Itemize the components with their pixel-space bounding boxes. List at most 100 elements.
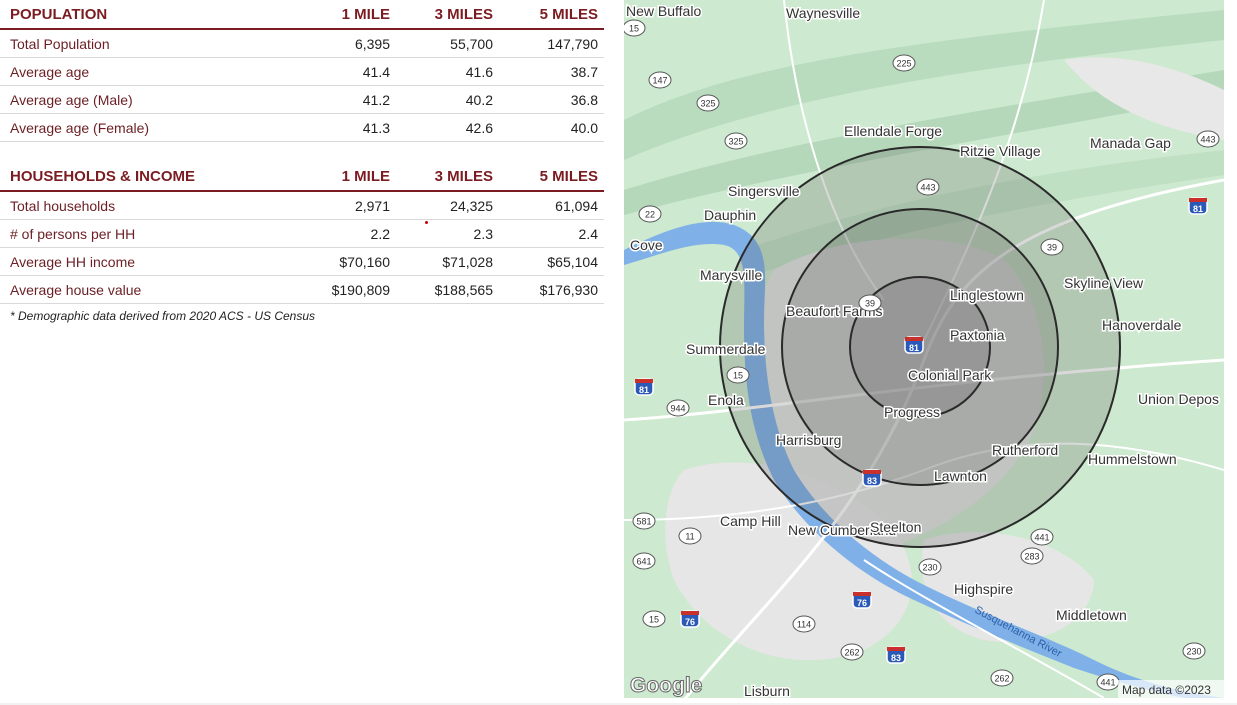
table-row: Average age (Male) 41.2 40.2 36.8 (0, 85, 604, 114)
state-route-shield-icon: 641 (632, 552, 656, 570)
state-route-shield-icon: 230 (918, 558, 942, 576)
svg-text:230: 230 (1186, 647, 1201, 657)
place-label: Manada Gap (1090, 135, 1171, 151)
svg-text:39: 39 (865, 299, 875, 309)
place-label: Ellendale Forge (844, 123, 942, 139)
place-label: Lisburn (744, 683, 790, 698)
state-route-shield-icon: 262 (840, 643, 864, 661)
column-1-mile: 1 MILE (294, 162, 396, 192)
state-route-shield-icon: 39 (1040, 238, 1064, 256)
table-row: Average age 41.4 41.6 38.7 (0, 57, 604, 86)
place-label: Waynesville (786, 5, 860, 21)
svg-text:581: 581 (636, 517, 651, 527)
svg-text:325: 325 (728, 137, 743, 147)
svg-text:83: 83 (867, 476, 877, 486)
cell-5-miles: 38.7 (499, 57, 604, 86)
state-route-shield-icon: 441 (1030, 528, 1054, 546)
state-route-shield-icon: 147 (648, 71, 672, 89)
interstate-shield-icon: 76 (852, 591, 872, 609)
cell-3-miles: 40.2 (396, 85, 499, 114)
place-label: Union Depos (1138, 391, 1219, 407)
population-table: POPULATION 1 MILE 3 MILES 5 MILES Total … (0, 0, 604, 142)
place-label: Harrisburg (776, 432, 841, 448)
svg-text:147: 147 (652, 76, 667, 86)
interstate-shield-icon: 83 (862, 469, 882, 487)
place-label: Hanoverdale (1102, 317, 1182, 333)
cell-3-miles: 55,700 (396, 29, 499, 58)
state-route-shield-icon: 39 (858, 294, 882, 312)
state-route-shield-icon: 441 (1096, 673, 1120, 691)
svg-text:262: 262 (994, 674, 1009, 684)
state-route-shield-icon: 443 (1196, 130, 1220, 148)
svg-text:114: 114 (797, 620, 811, 630)
svg-text:15: 15 (733, 371, 743, 381)
state-route-shield-icon: 225 (892, 54, 916, 72)
place-label: Dauphin (704, 207, 756, 223)
cell-3-miles: $188,565 (396, 275, 499, 304)
svg-text:76: 76 (685, 617, 695, 627)
svg-text:441: 441 (1100, 678, 1115, 688)
svg-text:225: 225 (896, 59, 911, 69)
row-label: # of persons per HH (0, 219, 294, 248)
red-dot-marker (425, 221, 428, 224)
row-label: Total households (0, 191, 294, 220)
cell-3-miles: $71,028 (396, 247, 499, 276)
table-row: Total households 2,971 24,325 61,094 (0, 191, 604, 220)
state-route-shield-icon: 15 (726, 366, 750, 384)
place-label: Skyline View (1064, 275, 1144, 291)
state-route-shield-icon: 443 (916, 178, 940, 196)
cell-3-miles: 2.3 (396, 219, 499, 248)
row-label: Average age (Female) (0, 113, 294, 142)
place-label: Highspire (954, 581, 1013, 597)
households-header-row: HOUSEHOLDS & INCOME 1 MILE 3 MILES 5 MIL… (0, 162, 604, 192)
svg-text:283: 283 (1024, 552, 1039, 562)
row-label: Average age (Male) (0, 85, 294, 114)
state-route-shield-icon: 230 (1182, 642, 1206, 660)
svg-text:39: 39 (1047, 243, 1057, 253)
cell-5-miles: $65,104 (499, 247, 604, 276)
cell-1-mile: 41.2 (294, 85, 396, 114)
place-label: Summerdale (686, 341, 766, 357)
interstate-shield-icon: 76 (680, 610, 700, 628)
svg-text:81: 81 (909, 343, 919, 353)
interstate-shield-icon: 81 (634, 378, 654, 396)
svg-text:325: 325 (700, 99, 715, 109)
population-title: POPULATION (0, 0, 294, 30)
state-route-shield-icon: 944 (666, 399, 690, 417)
place-label: Singersville (728, 183, 800, 199)
population-header-row: POPULATION 1 MILE 3 MILES 5 MILES (0, 0, 604, 30)
table-row: Average age (Female) 41.3 42.6 40.0 (0, 113, 604, 142)
svg-text:81: 81 (1193, 204, 1203, 214)
map-attribution: Map data ©2023 (1122, 683, 1211, 697)
state-route-shield-icon: 262 (990, 669, 1014, 687)
place-label: Cove (630, 237, 663, 253)
row-label: Total Population (0, 29, 294, 58)
svg-text:641: 641 (636, 557, 651, 567)
radius-map[interactable]: New Buffalo Waynesville Ellendale Forge Rit… (624, 0, 1224, 698)
place-label: Rutherford (992, 442, 1058, 458)
google-logo: Google (630, 674, 702, 697)
demographics-panel: POPULATION 1 MILE 3 MILES 5 MILES Total … (0, 0, 604, 323)
svg-text:83: 83 (891, 653, 901, 663)
cell-1-mile: 6,395 (294, 29, 396, 58)
place-label: Colonial Park (908, 367, 992, 383)
cell-3-miles: 41.6 (396, 57, 499, 86)
state-route-shield-icon: 283 (1020, 547, 1044, 565)
svg-text:443: 443 (1200, 135, 1215, 145)
state-route-shield-icon: 325 (696, 94, 720, 112)
state-route-shield-icon: 22 (638, 205, 662, 223)
place-label: Marysville (700, 267, 762, 283)
census-footnote: * Demographic data derived from 2020 ACS… (10, 309, 316, 323)
interstate-shield-icon: 83 (886, 646, 906, 664)
svg-text:76: 76 (857, 598, 867, 608)
state-route-shield-icon: 11 (678, 527, 702, 545)
place-label: Linglestown (950, 287, 1024, 303)
column-5-miles: 5 MILES (499, 0, 604, 30)
cell-1-mile: 2,971 (294, 191, 396, 220)
column-1-mile: 1 MILE (294, 0, 396, 30)
cell-5-miles: 61,094 (499, 191, 604, 220)
households-title: HOUSEHOLDS & INCOME (0, 162, 294, 192)
state-route-shield-icon: 15 (642, 610, 666, 628)
cell-5-miles: 36.8 (499, 85, 604, 114)
cell-1-mile: 41.3 (294, 113, 396, 142)
